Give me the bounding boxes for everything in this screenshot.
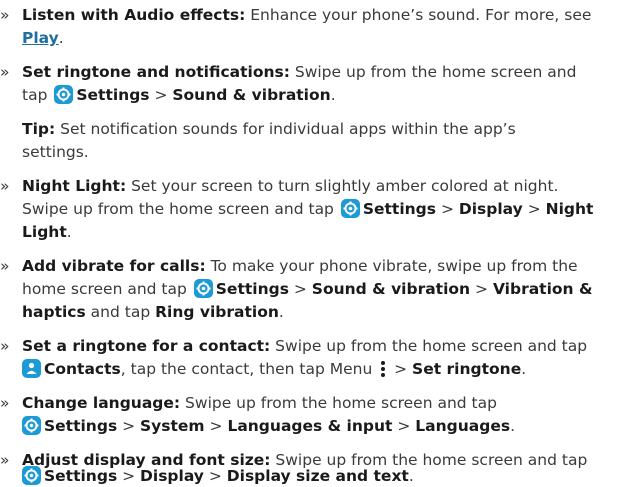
list-item-ringtone-notifications: » Set ringtone and notifications: Swipe …	[0, 61, 576, 83]
bullet: »	[0, 394, 10, 412]
system-label: System	[140, 417, 205, 435]
tip-line-2: settings.	[22, 141, 89, 163]
settings-label: Settings	[215, 280, 289, 298]
play-link[interactable]: Play	[22, 29, 59, 47]
list-item-change-language-cont: Settings > System > Languages & input > …	[22, 415, 515, 437]
item-title: Listen with Audio effects:	[22, 6, 246, 24]
item-text: Set your screen to turn slightly amber c…	[126, 177, 559, 195]
separator: >	[470, 280, 493, 298]
bullet: »	[0, 63, 10, 81]
bullet: »	[0, 177, 10, 195]
gear-icon	[54, 85, 74, 104]
bullet: »	[0, 337, 10, 355]
list-item-vibrate-calls-cont: home screen and tap Settings > Sound & v…	[22, 278, 593, 300]
tip-line-1: Tip: Set notification sounds for individ…	[22, 118, 516, 140]
separator: >	[392, 417, 416, 435]
contacts-label: Contacts	[44, 360, 121, 378]
languages-label: Languages	[415, 417, 511, 435]
haptics-label: haptics	[22, 303, 86, 321]
item-text: Swipe up from the home screen and tap	[180, 394, 497, 412]
period: .	[66, 223, 72, 241]
item-title: Set ringtone and notifications:	[22, 63, 290, 81]
languages-input-label: Languages & input	[227, 417, 393, 435]
bullet: »	[0, 257, 10, 275]
item-title: Add vibrate for calls:	[22, 257, 206, 275]
period: .	[510, 417, 516, 435]
item-text: and tap	[85, 303, 156, 321]
light-label: Light	[22, 223, 67, 241]
separator: >	[389, 360, 413, 378]
period: .	[408, 467, 414, 485]
night-label: Night	[545, 200, 594, 218]
separator: >	[117, 417, 141, 435]
period: .	[330, 86, 336, 104]
document-page: » Listen with Audio effects: Enhance you…	[0, 0, 618, 485]
item-text: , tap the contact, then tap Menu	[120, 360, 378, 378]
list-item-contact-ringtone: » Set a ringtone for a contact: Swipe up…	[0, 335, 587, 357]
list-item-night-light: » Night Light: Set your screen to turn s…	[0, 175, 558, 197]
item-text: To make your phone vibrate, swipe up fro…	[205, 257, 578, 275]
tip-text: Set notification sounds for individual a…	[55, 120, 516, 138]
list-item-vibrate-calls: » Add vibrate for calls: To make your ph…	[0, 255, 578, 277]
item-text: Swipe up from the home screen and tap	[22, 200, 334, 218]
bullet: »	[0, 6, 10, 24]
item-text: Swipe up from the home screen and	[289, 63, 577, 81]
item-text: Enhance your phone’s sound. For more, se…	[245, 6, 592, 24]
period: .	[278, 303, 284, 321]
settings-label: Settings	[44, 417, 118, 435]
settings-label: Settings	[76, 86, 150, 104]
person-icon	[22, 359, 41, 378]
sound-vibration-label: Sound & vibration	[311, 280, 471, 298]
item-title: Change language:	[22, 394, 181, 412]
list-item-night-light-cont: Swipe up from the home screen and tap Se…	[22, 198, 593, 220]
period: .	[521, 360, 527, 378]
separator: >	[204, 417, 228, 435]
list-item-change-language: » Change language: Swipe up from the hom…	[0, 392, 497, 414]
separator: >	[203, 467, 227, 485]
vibration-label: Vibration &	[492, 280, 593, 298]
list-item-audio-effects: » Listen with Audio effects: Enhance you…	[0, 4, 591, 26]
list-item-ringtone-notifications-cont: tap Settings > Sound & vibration.	[22, 84, 336, 106]
sound-vibration-label: Sound & vibration	[172, 86, 331, 104]
settings-label: Settings	[362, 200, 437, 218]
item-title: Set a ringtone for a contact:	[22, 337, 271, 355]
gear-icon	[22, 466, 41, 485]
item-text: Swipe up from the home screen and tap	[270, 337, 588, 355]
display-size-text-label: Display size and text	[226, 467, 409, 485]
ring-vibration-label: Ring vibration	[155, 303, 279, 321]
list-item-night-light-cont2: Light.	[22, 221, 72, 243]
separator: >	[522, 200, 546, 218]
list-item-vibrate-calls-cont2: haptics and tap Ring vibration.	[22, 301, 284, 323]
settings-label: Settings	[44, 467, 118, 485]
set-ringtone-label: Set ringtone	[412, 360, 522, 378]
item-title: Night Light:	[22, 177, 127, 195]
item-text: tap	[22, 86, 48, 104]
separator: >	[436, 200, 459, 218]
item-text: home screen and tap	[22, 280, 187, 298]
display-label: Display	[140, 467, 204, 485]
tip-text: settings.	[22, 143, 89, 161]
separator: >	[117, 467, 141, 485]
gear-icon	[22, 416, 41, 435]
separator: >	[288, 280, 312, 298]
gear-icon	[340, 199, 360, 218]
gear-icon	[193, 279, 213, 298]
separator: >	[149, 86, 173, 104]
list-item-contact-ringtone-cont: Contacts, tap the contact, then tap Menu…	[22, 358, 526, 380]
vertical-dots-icon	[379, 360, 387, 378]
display-label: Display	[458, 200, 523, 218]
period: .	[58, 29, 64, 47]
tip-label: Tip:	[22, 120, 56, 138]
bullet: »	[0, 451, 10, 469]
list-item-audio-effects-cont: Play.	[22, 27, 64, 49]
